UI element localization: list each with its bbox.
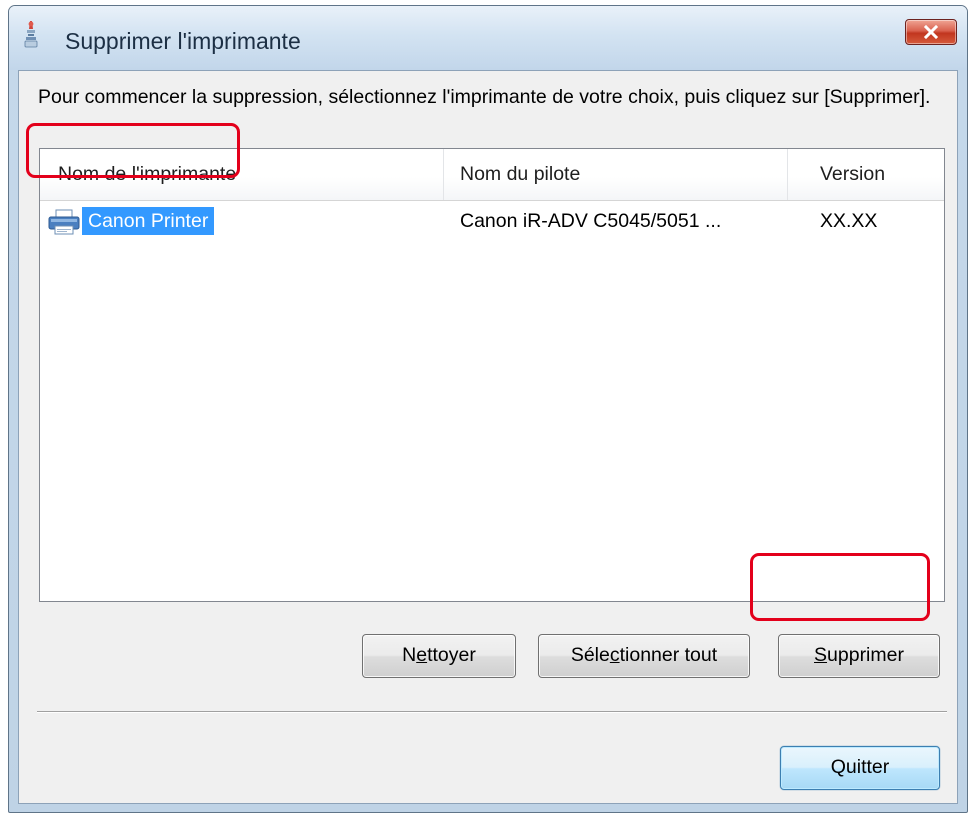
column-header-version[interactable]: Version [788, 149, 944, 200]
instruction-text: Pour commencer la suppression, sélection… [38, 86, 931, 108]
column-header-driver-name[interactable]: Nom du pilote [444, 149, 788, 200]
supprimer-button[interactable]: Supprimer [778, 634, 940, 678]
separator [37, 711, 947, 713]
app-icon [24, 21, 38, 48]
close-icon [923, 25, 939, 39]
select-all-button-label: Sélectionner tout [570, 644, 718, 666]
version-cell: XX.XX [820, 210, 878, 232]
nettoyer-button-label: Nettoyer [402, 644, 476, 666]
printer-icon [48, 209, 80, 235]
printer-name: Canon Printer [82, 207, 215, 235]
list-header: Nom de l'imprimante Nom du pilote Versio… [40, 149, 944, 201]
supprimer-button-label: Supprimer [814, 644, 904, 666]
window-title: Supprimer l'imprimante [65, 28, 301, 54]
quitter-button[interactable]: Quitter [780, 746, 940, 790]
driver-name-cell: Canon iR-ADV C5045/5051 ... [460, 210, 722, 232]
column-header-printer-name[interactable]: Nom de l'imprimante [40, 149, 444, 200]
dialog-body: Pour commencer la suppression, sélection… [18, 70, 958, 804]
close-button[interactable] [905, 19, 957, 45]
select-all-button[interactable]: Sélectionner tout [538, 634, 750, 678]
printer-list[interactable]: Nom de l'imprimante Nom du pilote Versio… [39, 148, 945, 602]
dialog-window: Supprimer l'imprimante Pour commencer la… [8, 5, 968, 813]
title-bar[interactable]: Supprimer l'imprimante [9, 6, 967, 70]
nettoyer-button[interactable]: Nettoyer [362, 634, 516, 678]
table-row[interactable]: Canon Printer Canon iR-ADV C5045/5051 ..… [40, 201, 944, 241]
